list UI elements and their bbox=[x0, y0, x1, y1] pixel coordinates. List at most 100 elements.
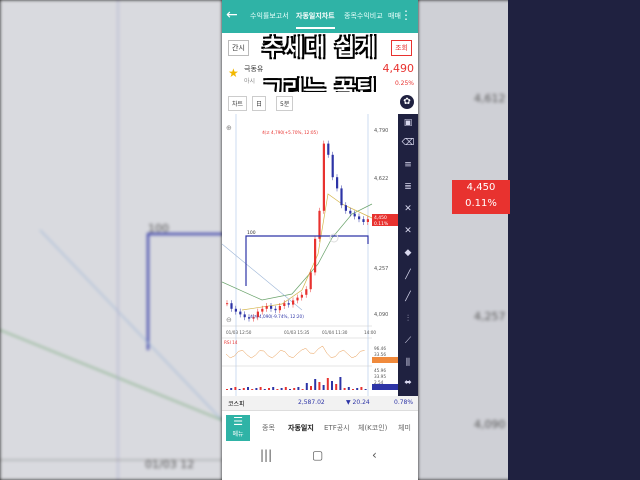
candle-body bbox=[300, 294, 303, 298]
candle-body bbox=[344, 205, 347, 211]
save-icon[interactable]: ▣ bbox=[398, 118, 418, 128]
rsi-value: 96.46 bbox=[374, 346, 386, 351]
recent-apps-icon[interactable]: ||| bbox=[260, 448, 272, 462]
high-label: 최고 4,790(+5.70%, 12:05) bbox=[262, 129, 318, 136]
candle-body bbox=[318, 210, 321, 239]
background-tick-top: 4,612 bbox=[474, 92, 506, 105]
time-tick-label: 01/03 15:35 bbox=[284, 330, 310, 335]
tab-trade[interactable]: 매매 bbox=[388, 11, 401, 21]
volume-value: 33.95 bbox=[374, 374, 386, 379]
bottom-nav: ☰ 메뉴 종목 자동일지 ETF공시 체(K코인) 체미 bbox=[222, 410, 418, 445]
chart-type-button[interactable]: 차트 bbox=[228, 96, 248, 111]
candle-body bbox=[292, 300, 295, 305]
shape-icon[interactable]: ◆ bbox=[398, 248, 418, 258]
volume-bar bbox=[226, 389, 228, 390]
current-pct-label: 0.11% bbox=[374, 221, 389, 227]
box-label: 100 bbox=[247, 230, 256, 236]
volume-bar bbox=[251, 389, 254, 390]
interval-button[interactable]: 日 bbox=[252, 96, 267, 111]
bars-icon[interactable]: ⫼ bbox=[398, 358, 418, 368]
candle-body bbox=[322, 143, 325, 211]
volume-bar bbox=[263, 389, 266, 390]
candle-body bbox=[340, 188, 343, 206]
more-menu-icon[interactable]: ⋮ bbox=[400, 8, 412, 22]
tab-stock-compare[interactable]: 종목수익비교 bbox=[344, 11, 383, 21]
price-tick-label: 4,790 bbox=[374, 128, 388, 134]
lines-icon[interactable]: ≡ bbox=[398, 160, 418, 170]
background-left-panel: 100 01/03 12 bbox=[0, 0, 223, 480]
parallel-icon[interactable]: ≣ bbox=[398, 182, 418, 192]
top-bar: ← 수익률보고서 자동일지차트 종목수익비교 매매 ⋮ bbox=[222, 0, 418, 33]
background-left-chart bbox=[0, 0, 223, 480]
volume-bar bbox=[335, 384, 338, 390]
arrow-icon[interactable]: ⬌ bbox=[398, 378, 418, 388]
background-tick-low: 4,090 bbox=[474, 418, 506, 431]
nav-item-etf[interactable]: ETF공시 bbox=[324, 423, 350, 433]
volume-bar bbox=[297, 387, 300, 390]
volume-bar bbox=[352, 389, 354, 390]
index-pct: 0.78% bbox=[394, 399, 414, 406]
overlay-title-line1: 추세대 쉽게 bbox=[262, 36, 378, 61]
candle-body bbox=[358, 216, 361, 220]
volume-bar bbox=[276, 389, 279, 390]
tab-auto-chart[interactable]: 자동일지차트 bbox=[296, 11, 335, 29]
volume-bar bbox=[322, 385, 325, 390]
volume-bar bbox=[310, 386, 312, 390]
nav-item-coin[interactable]: 체(K코인) bbox=[358, 423, 387, 433]
zoom-in-icon: ⊕ bbox=[226, 124, 232, 132]
trend-line-icon[interactable]: ╱ bbox=[398, 292, 418, 302]
volume-bar bbox=[331, 381, 333, 390]
index-status-bar: 코스피 2,587.02 ▼ 20.24 0.78% bbox=[222, 396, 418, 410]
volume-bar bbox=[343, 388, 346, 390]
drawing-toolbar: ▣ ⌫ ≡ ≣ ✕ ✕ ◆ ╱ ╱ ⫶ ⟋ ⫼ ⬌ bbox=[398, 114, 418, 396]
candle-body bbox=[270, 306, 273, 309]
cross-icon[interactable]: ✕ bbox=[398, 204, 418, 214]
home-icon[interactable]: ▢ bbox=[312, 448, 323, 462]
nav-item-stocks[interactable]: 종목 bbox=[262, 423, 275, 433]
period-select[interactable]: 5분 bbox=[276, 96, 294, 111]
menu-button[interactable]: ☰ 메뉴 bbox=[226, 415, 250, 441]
volume-value: 45.96 bbox=[374, 368, 386, 373]
candle-body bbox=[305, 289, 308, 295]
fan-icon[interactable]: ⟋ bbox=[398, 336, 418, 346]
volume-bar bbox=[259, 387, 262, 390]
rsi-label: RSI 14 bbox=[224, 340, 238, 345]
diag-line-icon[interactable]: ╱ bbox=[398, 270, 418, 280]
settings-icon[interactable]: ✿ bbox=[400, 95, 414, 109]
candle-body bbox=[336, 177, 339, 189]
candle-body bbox=[283, 303, 286, 306]
time-tick-label: 01/04 11:30 bbox=[322, 330, 348, 335]
index-value: 2,587.02 bbox=[298, 399, 325, 406]
candle-body bbox=[243, 314, 246, 318]
back-arrow-icon[interactable]: ← bbox=[226, 7, 238, 23]
nav-item-more[interactable]: 체미 bbox=[398, 423, 411, 433]
current-price-label: 4,450 bbox=[374, 215, 387, 221]
price-chart[interactable]: 4,790 4,622 4,450 4,257 4,090 100 최고 4,790(+5.… bbox=[222, 114, 398, 396]
candle-body bbox=[230, 303, 233, 309]
candle-body bbox=[239, 311, 242, 315]
low-label: 최저 4,090(-9.74%, 12:20) bbox=[250, 313, 304, 320]
volume-bar bbox=[360, 387, 363, 390]
menu-label: 메뉴 bbox=[232, 431, 244, 438]
background-price-value: 4,450 bbox=[466, 182, 496, 193]
grid-cross-icon[interactable]: ✕ bbox=[398, 226, 418, 236]
volume-bar bbox=[301, 389, 304, 390]
tab-profit-report[interactable]: 수익률보고서 bbox=[250, 11, 289, 21]
volume-bar bbox=[242, 388, 245, 390]
volume-bar bbox=[284, 387, 287, 390]
volume-bar bbox=[326, 378, 329, 390]
candle-body bbox=[261, 308, 264, 312]
volume-bar bbox=[339, 377, 342, 390]
background-tick-mid: 4,257 bbox=[474, 310, 506, 323]
eraser-icon[interactable]: ⌫ bbox=[398, 138, 418, 148]
nav-item-auto-journal[interactable]: 자동일지 bbox=[288, 423, 314, 433]
index-change: ▼ 20.24 bbox=[346, 399, 370, 406]
candle-body bbox=[331, 154, 334, 178]
fib-icon[interactable]: ⫶ bbox=[398, 314, 418, 324]
price-tick-label: 4,257 bbox=[374, 266, 388, 272]
candle-body bbox=[353, 213, 356, 217]
chart-control-row: 차트 日 5분 ✿ bbox=[222, 92, 418, 115]
volume-bar bbox=[356, 388, 359, 390]
volume-bar bbox=[255, 388, 258, 390]
back-icon[interactable]: ‹ bbox=[372, 448, 377, 462]
